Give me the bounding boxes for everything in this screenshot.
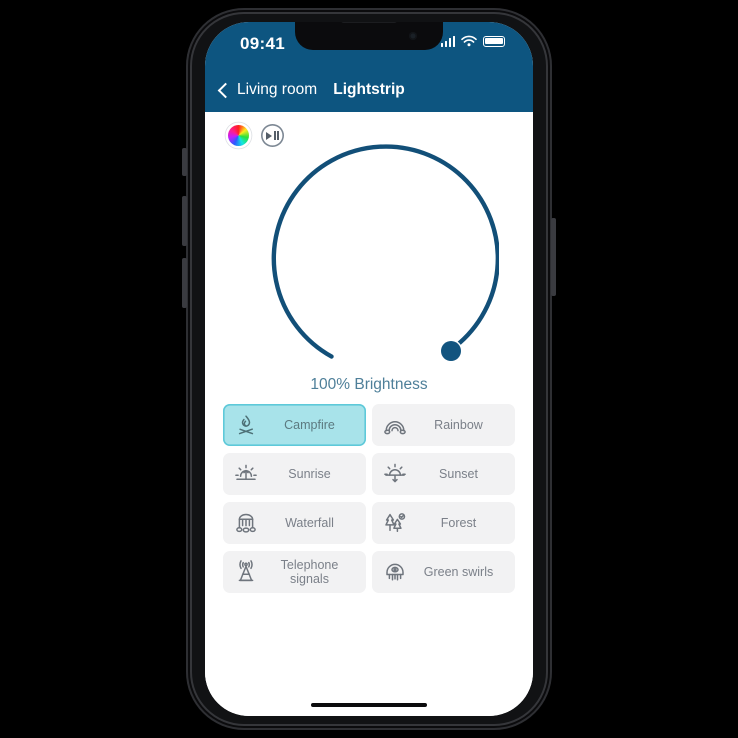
status-bar-indicators xyxy=(440,35,505,47)
preset-tile-campfire[interactable]: Campfire xyxy=(223,404,366,446)
dial-knob[interactable] xyxy=(441,341,461,361)
device-notch xyxy=(295,22,443,50)
navigation-bar: Living room Lightstrip xyxy=(205,68,533,112)
chevron-left-icon xyxy=(217,82,234,98)
volume-up-button[interactable] xyxy=(182,196,187,246)
front-camera-icon xyxy=(409,32,417,40)
preset-tile-telephone-signals[interactable]: Telephone signals xyxy=(223,551,366,593)
rainbow-icon xyxy=(378,410,412,440)
status-bar: 09:41 xyxy=(205,22,533,68)
preset-tile-waterfall[interactable]: Waterfall xyxy=(223,502,366,544)
device-detail-content: 100% Brightness Campfire Rainbow Sunrise… xyxy=(205,112,533,716)
sunset-icon xyxy=(378,459,412,489)
phone-screen: 09:41 Living room Lightstrip 100% Bright… xyxy=(205,22,533,716)
preset-label: Waterfall xyxy=(285,516,334,530)
screenshot-root: 09:41 Living room Lightstrip 100% Bright… xyxy=(0,0,738,738)
power-button[interactable] xyxy=(551,218,556,296)
back-button[interactable]: Living room xyxy=(217,68,317,112)
sunrise-icon xyxy=(229,459,263,489)
battery-full-icon xyxy=(483,35,505,47)
back-button-label: Living room xyxy=(237,81,318,98)
preset-label: Telephone signals xyxy=(280,558,339,586)
forest-icon xyxy=(378,508,412,538)
preset-label: Rainbow xyxy=(434,418,483,432)
cellular-bars-icon xyxy=(440,35,455,47)
brightness-dial[interactable] xyxy=(205,140,533,380)
preset-label: Sunset xyxy=(439,467,478,481)
preset-label: Green swirls xyxy=(423,565,494,579)
preset-label: Forest xyxy=(440,516,477,530)
home-indicator[interactable] xyxy=(311,702,427,707)
preset-tile-sunrise[interactable]: Sunrise xyxy=(223,453,366,495)
volume-down-button[interactable] xyxy=(182,258,187,308)
brightness-label: 100% Brightness xyxy=(310,376,428,393)
preset-label: Campfire xyxy=(284,418,335,432)
jellyfish-icon xyxy=(378,557,412,587)
campfire-icon xyxy=(229,410,263,440)
preset-label: Sunrise xyxy=(288,467,331,481)
status-bar-clock: 09:41 xyxy=(240,34,285,53)
preset-tile-forest[interactable]: Forest xyxy=(372,502,515,544)
preset-grid: Campfire Rainbow Sunrise Sunset Waterfal… xyxy=(223,404,515,593)
wifi-icon xyxy=(461,35,477,47)
preset-tile-green-swirls[interactable]: Green swirls xyxy=(372,551,515,593)
preset-tile-rainbow[interactable]: Rainbow xyxy=(372,404,515,446)
silent-switch-button[interactable] xyxy=(182,148,187,176)
circular-slider[interactable] xyxy=(239,140,499,372)
preset-tile-sunset[interactable]: Sunset xyxy=(372,453,515,495)
waterfall-icon xyxy=(229,508,263,538)
antenna-icon xyxy=(229,557,263,587)
earpiece-speaker xyxy=(341,22,397,23)
